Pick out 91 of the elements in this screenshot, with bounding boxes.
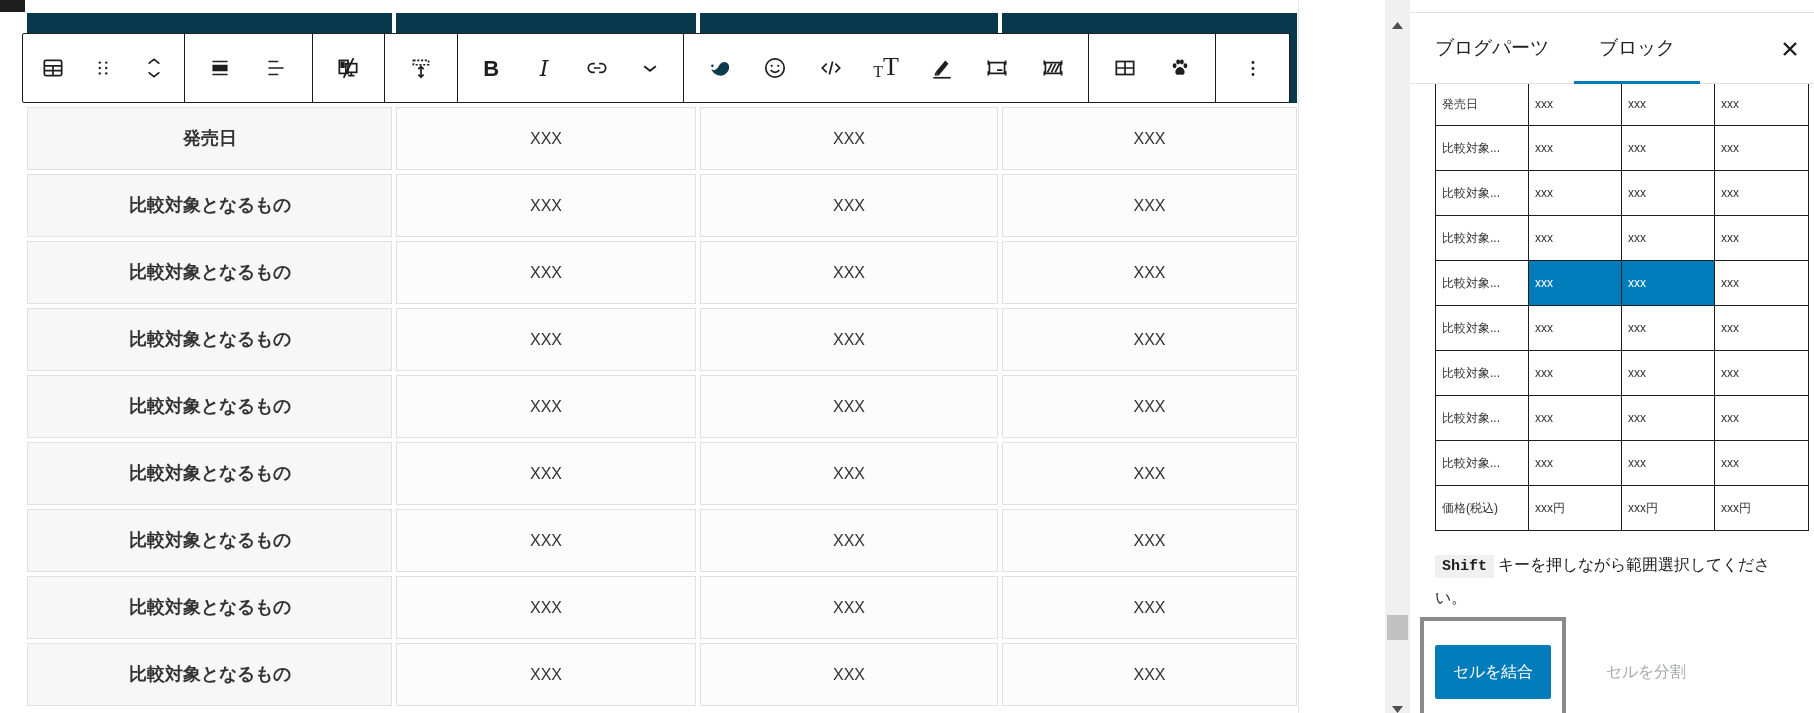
chevron-down-icon [643,64,657,72]
text-size-button[interactable]: TT [866,48,907,88]
preview-table-cell[interactable]: xxx [1528,260,1622,305]
preview-table-cell[interactable]: xxx [1528,440,1622,485]
table-cell[interactable]: XXX [700,174,998,237]
bold-button[interactable]: B [471,48,512,88]
scroll-up-icon[interactable] [1392,22,1403,29]
table-cell[interactable]: XXX [700,576,998,639]
preview-table-cell[interactable]: 比較対象... [1435,215,1529,260]
close-icon [1782,41,1798,57]
scroll-down-icon[interactable] [1392,706,1403,713]
row-label-cell[interactable]: 比較対象となるもの [27,442,392,505]
preview-table-cell[interactable]: xxx [1528,125,1622,170]
preview-table-cell[interactable]: xxx [1714,395,1809,440]
table-cell[interactable]: XXX [396,643,696,706]
row-label-cell[interactable]: 比較対象となるもの [27,375,392,438]
table-cell[interactable]: XXX [1002,241,1297,304]
preview-table-cell[interactable]: xxx [1621,350,1715,395]
preview-table-cell[interactable]: xxx [1528,350,1622,395]
hint-text: Shift キーを押しながら範囲選択してください。 [1435,553,1771,608]
preview-table-cell[interactable]: xxx [1714,84,1809,125]
preview-table-cell[interactable]: xxx [1714,260,1809,305]
table-cell[interactable]: XXX [700,241,998,304]
preview-table-cell[interactable]: xxx [1621,260,1715,305]
preview-table-cell[interactable]: xxx [1714,215,1809,260]
row-label-cell[interactable]: 比較対象となるもの [27,643,392,706]
table-cell[interactable]: XXX [1002,174,1297,237]
preview-table-cell[interactable]: xxx [1528,395,1622,440]
preview-table-cell[interactable]: xxx [1714,305,1809,350]
preview-table-cell[interactable]: xxx [1714,125,1809,170]
table-cell[interactable]: XXX [1002,107,1297,170]
preview-table-cell[interactable]: xxx [1621,125,1715,170]
row-label-cell[interactable]: 比較対象となるもの [27,576,392,639]
table-cell[interactable]: XXX [396,107,696,170]
corner-block [0,0,25,12]
table-cell[interactable]: XXX [1002,375,1297,438]
preview-table-cell[interactable]: xxx円 [1621,485,1715,530]
row-label-cell[interactable]: 比較対象となるもの [27,509,392,572]
preview-table-cell[interactable]: 比較対象... [1435,440,1529,485]
table-cell[interactable]: XXX [700,442,998,505]
italic-button[interactable]: I [524,48,565,88]
preview-table-cell[interactable]: xxx円 [1714,485,1809,530]
preview-table-cell[interactable]: xxx [1621,170,1715,215]
preview-table-cell[interactable]: xxx [1528,305,1622,350]
table-cell[interactable]: XXX [396,375,696,438]
scrollbar-thumb[interactable] [1387,615,1408,640]
preview-table-cell[interactable]: xxx円 [1528,485,1622,530]
table-cell[interactable]: XXX [1002,308,1297,371]
table-cell[interactable]: XXX [1002,509,1297,572]
table-cell[interactable]: XXX [396,174,696,237]
merge-cells-button[interactable]: セルを結合 [1435,644,1551,699]
scrollbar[interactable] [1385,0,1410,713]
preview-table-cell[interactable]: 比較対象... [1435,350,1529,395]
table-cell[interactable]: XXX [700,509,998,572]
table-cell[interactable]: XXX [700,308,998,371]
more-options-icon [1250,59,1255,77]
preview-table-cell[interactable]: xxx [1528,215,1622,260]
preview-table-cell[interactable]: xxx [1621,440,1715,485]
preview-table-cell[interactable]: 比較対象... [1435,170,1529,215]
table-cell[interactable]: XXX [396,442,696,505]
preview-table-cell[interactable]: xxx [1621,84,1715,125]
preview-table-cell[interactable]: xxx [1714,170,1809,215]
row-label-cell[interactable]: 発売日 [27,107,392,170]
table-cell[interactable]: XXX [700,107,998,170]
table-cell[interactable]: XXX [396,308,696,371]
preview-table-cell[interactable]: xxx [1621,305,1715,350]
table-cell[interactable]: XXX [396,509,696,572]
row-label-cell[interactable]: 比較対象となるもの [27,308,392,371]
shift-key: Shift [1435,554,1494,578]
table-cell[interactable]: XXX [396,576,696,639]
table-cell[interactable]: XXX [700,643,998,706]
preview-table-cell[interactable]: 比較対象... [1435,260,1529,305]
table-cell[interactable]: XXX [1002,442,1297,505]
table-cell[interactable]: XXX [1002,643,1297,706]
preview-table-cell[interactable]: xxx [1528,170,1622,215]
preview-table-cell[interactable]: xxx [1714,350,1809,395]
preview-table-cell[interactable]: 比較対象... [1435,125,1529,170]
preview-table-cell[interactable]: xxx [1528,84,1622,125]
preview-table-cell[interactable]: xxx [1621,395,1715,440]
preview-table-cell[interactable]: 比較対象... [1435,305,1529,350]
row-label-cell[interactable]: 比較対象となるもの [27,174,392,237]
preview-table-cell[interactable]: xxx [1621,215,1715,260]
table-cell[interactable]: XXX [1002,576,1297,639]
sidebar-tab[interactable]: ブログパーツ [1410,13,1574,84]
table-cell[interactable]: XXX [700,375,998,438]
row-label-cell[interactable]: 比較対象となるもの [27,241,392,304]
preview-table-cell[interactable]: 発売日 [1435,84,1529,125]
preview-table-cell[interactable]: 比較対象... [1435,395,1529,440]
table-cell[interactable]: XXX [396,241,696,304]
preview-table-cell[interactable]: 価格(税込) [1435,485,1529,530]
preview-table-cell[interactable]: xxx [1714,440,1809,485]
